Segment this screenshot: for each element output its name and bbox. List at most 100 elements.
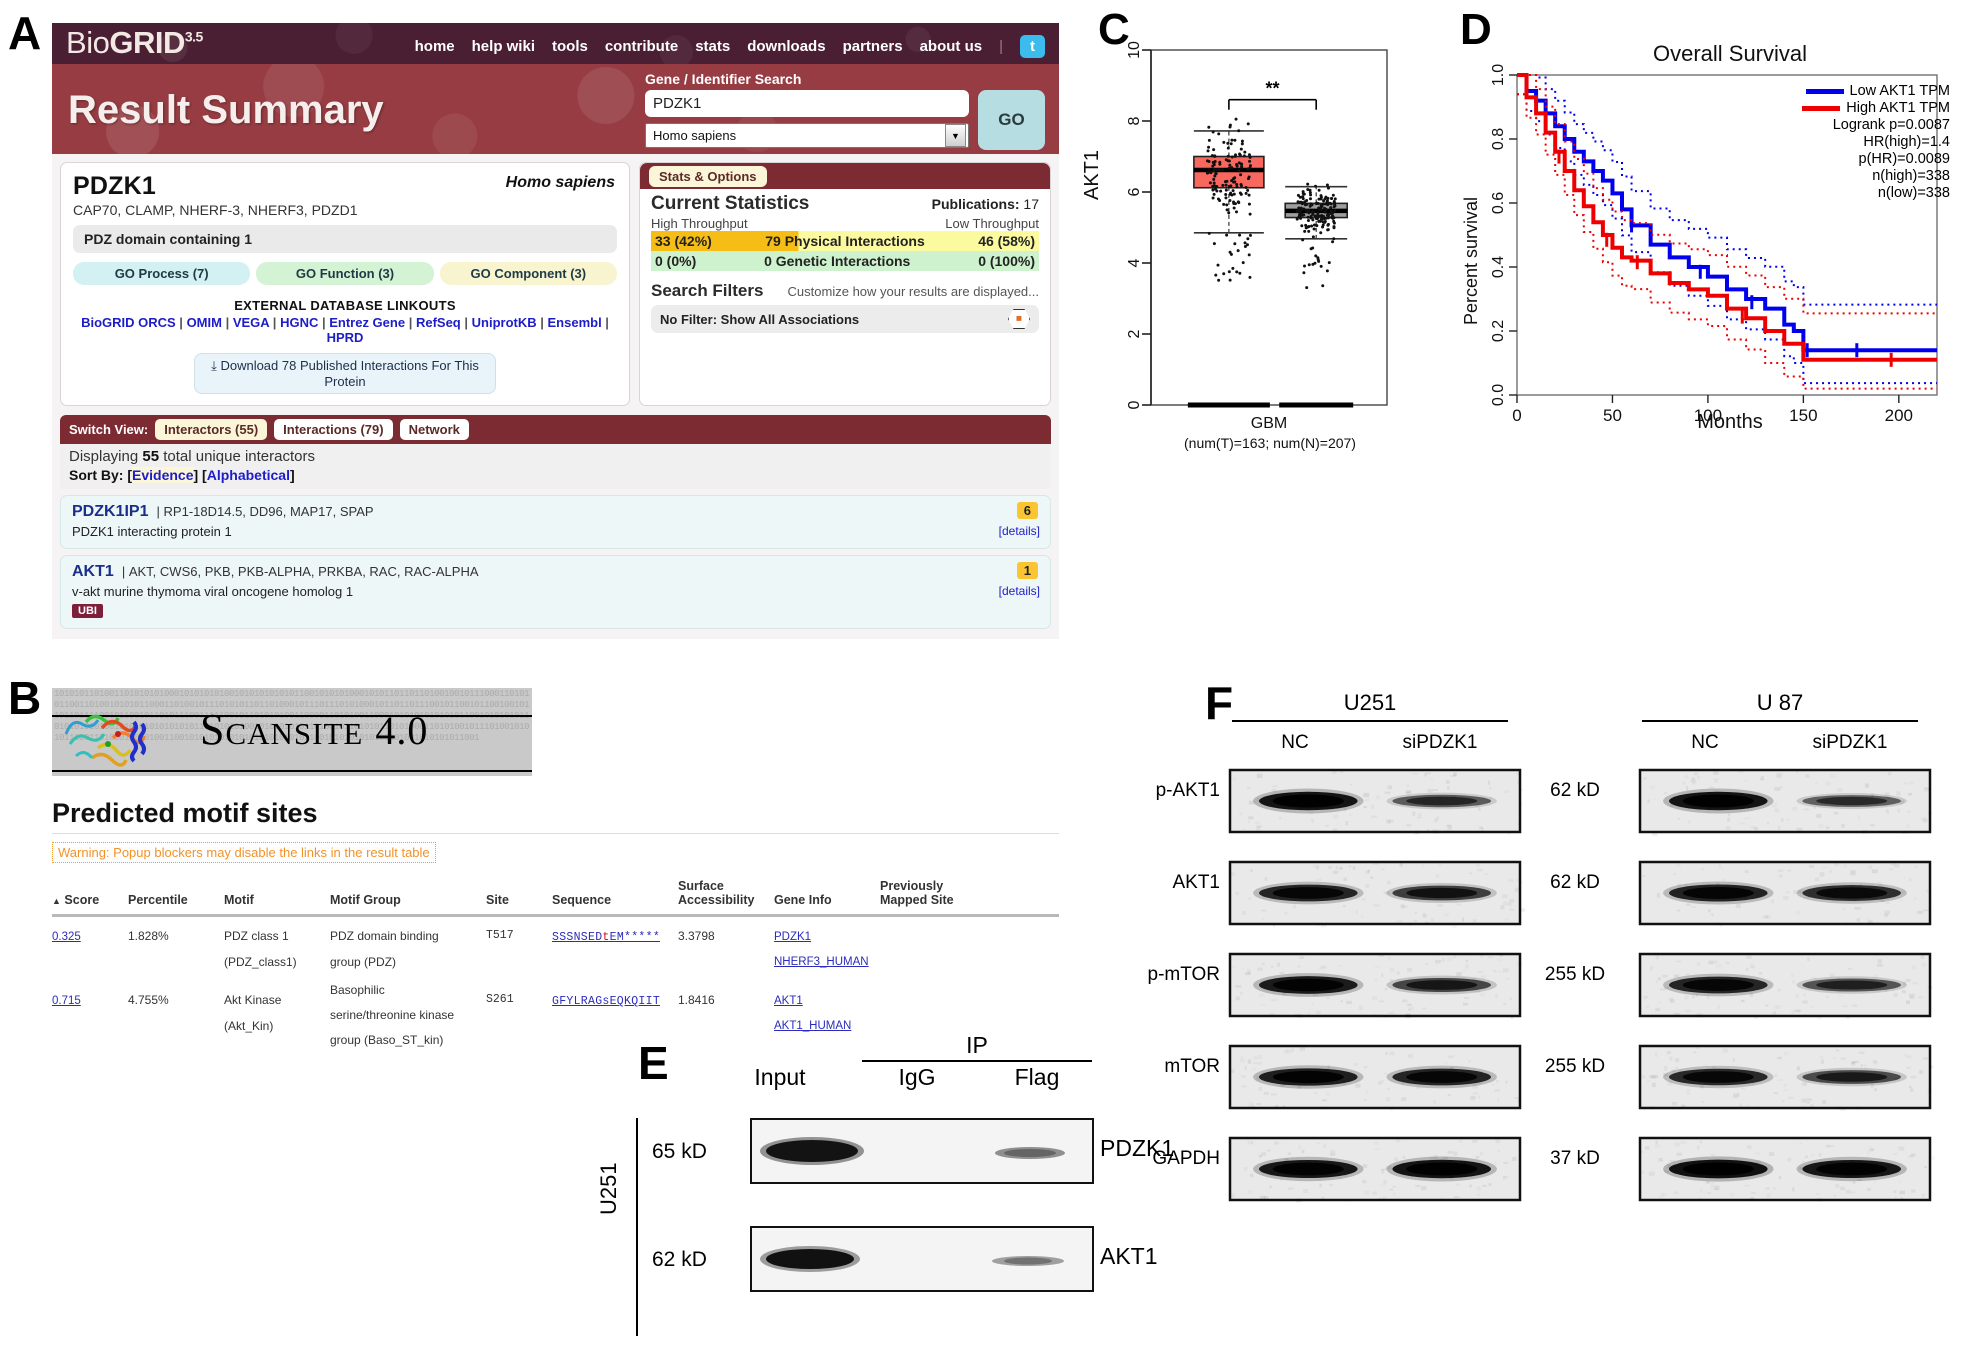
- predicted-motif-sites-heading: Predicted motif sites: [52, 798, 318, 828]
- col-previously-mapped-site[interactable]: Previously Mapped Site: [880, 879, 1059, 916]
- stats-and-filters-card: Stats & Options Current Statistics Publi…: [639, 162, 1051, 406]
- search-filters-title: Search Filters: [651, 281, 764, 300]
- row-motif: PDZ class 1 (PDZ_class1): [224, 916, 330, 982]
- col-surface-accessibility[interactable]: Surface Accessibility: [678, 879, 774, 916]
- seq-post: EQKQIIT: [609, 995, 661, 1008]
- link-hgnc[interactable]: HGNC: [280, 315, 318, 330]
- displaying-pre: Displaying: [69, 448, 143, 465]
- link-omim[interactable]: OMIM: [187, 315, 222, 330]
- col-surface-line1: Surface: [678, 879, 724, 893]
- gene-link-1[interactable]: AKT1: [774, 995, 803, 1007]
- col-site[interactable]: Site: [486, 879, 552, 916]
- nav-help-wiki[interactable]: help wiki: [472, 38, 535, 55]
- sort-evidence-link[interactable]: Evidence: [132, 467, 194, 483]
- row-score-link[interactable]: 0.715: [52, 995, 81, 1007]
- svg-text:8: 8: [1126, 116, 1143, 125]
- western-lane-nc-u87: NC: [1691, 732, 1719, 753]
- legend-label-low: Low AKT1 TPM: [1849, 83, 1950, 99]
- nav-partners[interactable]: partners: [843, 38, 903, 55]
- interactor-name[interactable]: PDZK1IP1: [72, 503, 148, 520]
- svg-text:0.0: 0.0: [1490, 384, 1507, 406]
- link-ensembl[interactable]: Ensembl: [548, 315, 602, 330]
- biogrid-logo[interactable]: BioGRID3.5: [66, 25, 203, 61]
- gene-search-input[interactable]: [645, 90, 969, 117]
- legend-swatch-high: [1802, 106, 1841, 111]
- ip-group-rule: [862, 1060, 1092, 1062]
- go-button[interactable]: GO: [978, 90, 1045, 150]
- gene-link-2[interactable]: NHERF3_HUMAN: [774, 956, 869, 968]
- col-gene-info[interactable]: Gene Info: [774, 879, 880, 916]
- download-interactions-button[interactable]: ⤓ Download 78 Published Interactions For…: [194, 353, 496, 394]
- nav-contribute[interactable]: contribute: [605, 38, 678, 55]
- download-label: Download 78 Published Interactions For T…: [220, 358, 479, 389]
- sort-alphabetical-link[interactable]: Alphabetical: [207, 467, 290, 483]
- physical-high: 33 (42%): [655, 233, 712, 249]
- row-previously-mapped: [880, 916, 1059, 982]
- current-filter-row[interactable]: No Filter: Show All Associations ▦: [651, 305, 1039, 333]
- row-motif-line1: Akt Kinase: [224, 993, 282, 1007]
- link-uniprotkb[interactable]: UniprotKB: [472, 315, 537, 330]
- chevron-down-icon[interactable]: ▼: [945, 124, 966, 147]
- row-sequence[interactable]: SSSNSEDtEM*****: [552, 931, 660, 944]
- nav-about-us[interactable]: about us: [920, 38, 983, 55]
- col-score[interactable]: ▲ Score: [52, 879, 128, 916]
- coip-blot-pdzk1: [750, 1118, 1094, 1184]
- interactor-description: PDZK1 interacting protein 1: [72, 524, 232, 539]
- interactor-name[interactable]: AKT1: [72, 563, 114, 580]
- interactor-row-pdzk1ip1[interactable]: PDZK1IP1 | RP1-18D14.5, DD96, MAP17, SPA…: [60, 495, 1051, 549]
- row-score-link[interactable]: 0.325: [52, 931, 81, 943]
- link-entrez-gene[interactable]: Entrez Gene: [329, 315, 405, 330]
- sort-ascending-icon: ▲: [52, 896, 61, 906]
- go-component-pill[interactable]: GO Component (3): [439, 262, 617, 285]
- tab-interactions[interactable]: Interactions (79): [274, 419, 393, 440]
- species-select-value: Homo sapiens: [653, 128, 737, 143]
- interactor-row-akt1[interactable]: AKT1 | AKT, CWS6, PKB, PKB-ALPHA, PRKBA,…: [60, 555, 1051, 629]
- interactor-details-link[interactable]: [details]: [999, 584, 1040, 598]
- col-sequence[interactable]: Sequence: [552, 879, 678, 916]
- link-biogrid-orcs[interactable]: BioGRID ORCS: [81, 315, 176, 330]
- coip-kd-akt1: 62 kD: [652, 1248, 707, 1271]
- survival-plot: Overall Survival 0 50 100 150 200 0.0 0.2 0.4 0.…: [1455, 25, 1960, 450]
- table-header-row: ▲ Score Percentile Motif Motif Group Sit…: [52, 879, 1059, 916]
- seq-phospho-residue: t: [602, 931, 610, 944]
- sort-by-row: Sort By: [Evidence] [Alphabetical]: [69, 467, 295, 483]
- link-vega[interactable]: VEGA: [233, 315, 269, 330]
- go-annotation-pills: GO Process (7) GO Function (3) GO Compon…: [73, 262, 617, 285]
- ip-group-label: IP: [966, 1032, 988, 1058]
- survival-x-label: Months: [1697, 411, 1763, 433]
- species-select[interactable]: Homo sapiens ▼: [645, 123, 969, 148]
- stats-options-tab[interactable]: Stats & Options: [649, 166, 767, 187]
- nav-home[interactable]: home: [415, 38, 455, 55]
- tab-interactors[interactable]: Interactors (55): [155, 419, 268, 440]
- nav-tools[interactable]: tools: [552, 38, 588, 55]
- interactor-details-link[interactable]: [details]: [999, 524, 1040, 538]
- link-refseq[interactable]: RefSeq: [416, 315, 461, 330]
- western-cell-line-u87: U 87: [1756, 690, 1804, 715]
- logo-b: B: [66, 25, 87, 60]
- logo-io: io: [86, 25, 110, 60]
- filter-settings-icon[interactable]: ▦: [1008, 309, 1030, 329]
- protein-ribbon-graphic: [64, 714, 146, 767]
- stat-logrank: Logrank p=0.0087: [1832, 117, 1950, 133]
- col-motif-group[interactable]: Motif Group: [330, 879, 486, 916]
- nav-stats[interactable]: stats: [695, 38, 730, 55]
- western-lane-sipdzk1-u251: siPDZK1: [1402, 732, 1478, 753]
- col-motif[interactable]: Motif: [224, 879, 330, 916]
- current-filter-label: No Filter: Show All Associations: [660, 311, 860, 327]
- col-percentile[interactable]: Percentile: [128, 879, 224, 916]
- row-sequence[interactable]: GFYLRAGsEQKQIIT: [552, 995, 660, 1008]
- table-row: 0.325 1.828% PDZ class 1 (PDZ_class1) PD…: [52, 916, 1059, 982]
- western-rule-u251: [1232, 720, 1508, 722]
- link-hprd[interactable]: HPRD: [327, 330, 364, 345]
- boxplot-x-sublabel: (num(T)=163; num(N)=207): [1184, 435, 1356, 451]
- twitter-icon[interactable]: t: [1020, 35, 1045, 58]
- logo-version: 3.5: [184, 28, 203, 45]
- nav-downloads[interactable]: downloads: [747, 38, 825, 55]
- tab-network[interactable]: Network: [399, 419, 469, 440]
- go-process-pill[interactable]: GO Process (7): [73, 262, 251, 285]
- svg-text:0.4: 0.4: [1490, 256, 1507, 278]
- gene-link-1[interactable]: PDZK1: [774, 931, 811, 943]
- displaying-line: Displaying 55 total unique interactors: [69, 448, 1042, 465]
- coip-kd-pdzk1: 65 kD: [652, 1140, 707, 1163]
- go-function-pill[interactable]: GO Function (3): [256, 262, 434, 285]
